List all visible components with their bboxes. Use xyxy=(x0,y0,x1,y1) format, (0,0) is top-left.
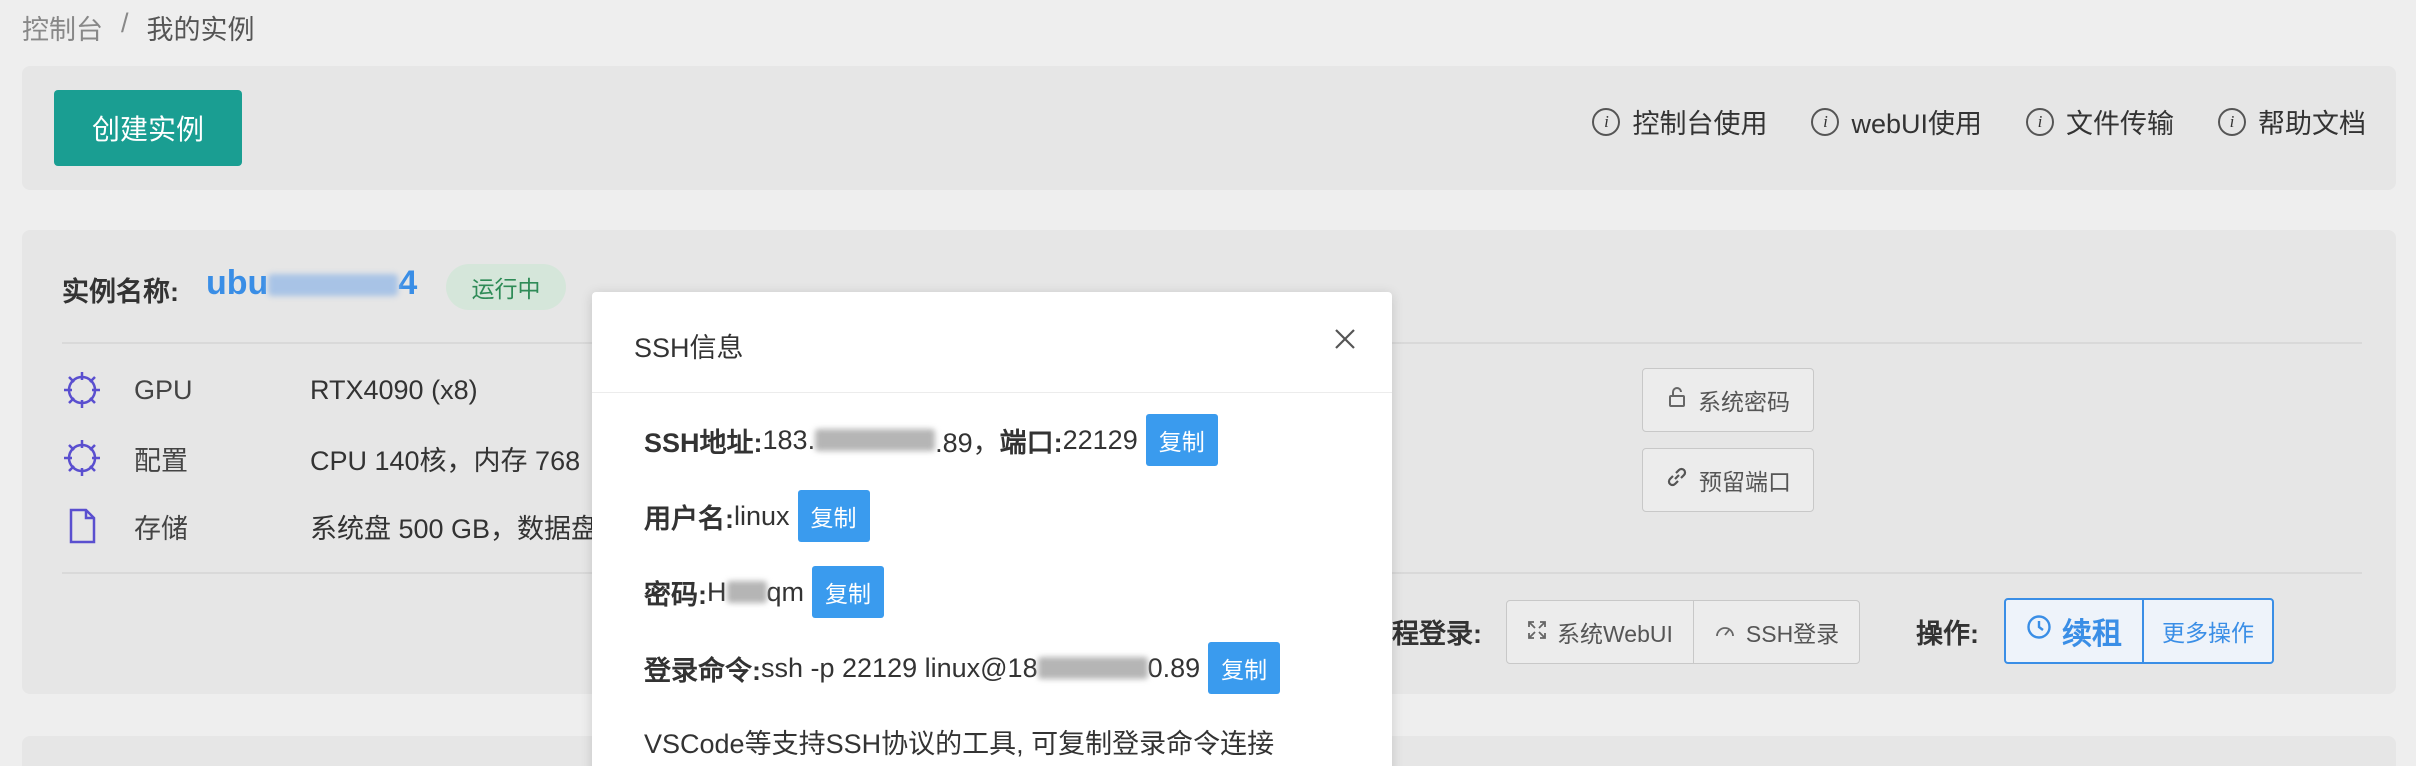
spec-row-config: 配置 CPU 140核，内存 768 xyxy=(62,438,580,478)
help-link-label: 帮助文档 xyxy=(2258,109,2366,139)
system-webui-label: 系统WebUI xyxy=(1557,621,1673,647)
help-link-console[interactable]: i 控制台使用 xyxy=(1592,102,1767,141)
help-link-webui[interactable]: i webUI使用 xyxy=(1811,102,1982,141)
ssh-address-label: SSH地址: xyxy=(644,427,763,458)
spec-name: GPU xyxy=(134,374,193,405)
help-link-label: webUI使用 xyxy=(1851,109,1982,139)
spec-row-gpu: GPU RTX4090 (x8) xyxy=(62,370,478,410)
ssh-login-label: SSH登录 xyxy=(1745,621,1840,647)
instance-name[interactable]: ubu 4 xyxy=(206,264,417,303)
spec-name: 存储 xyxy=(134,513,188,544)
status-badge: 运行中 xyxy=(446,264,566,310)
redacted-blur xyxy=(1037,657,1148,679)
toolbar-card: 创建实例 i 控制台使用 i webUI使用 i 文件传输 i 帮助文档 xyxy=(22,66,2396,190)
password-prefix: H xyxy=(707,576,727,607)
ssh-info-dialog: SSH信息 SSH地址: 183. .89， 端口: 22129 复制 用户名:… xyxy=(592,292,1392,766)
vscode-note: VSCode等支持SSH协议的工具, 可复制登录命令连接 xyxy=(644,729,1275,759)
ssh-login-button[interactable]: SSH登录 xyxy=(1692,601,1859,663)
password-label: 密码: xyxy=(644,579,707,610)
help-link-file-transfer[interactable]: i 文件传输 xyxy=(2026,102,2174,141)
breadcrumb: 控制台 / 我的实例 xyxy=(22,8,255,47)
help-links: i 控制台使用 i webUI使用 i 文件传输 i 帮助文档 xyxy=(1592,102,2366,141)
copy-address-button[interactable]: 复制 xyxy=(1145,414,1218,466)
expand-icon xyxy=(1527,619,1547,646)
instance-name-prefix: ubu xyxy=(206,264,269,302)
copy-username-button[interactable]: 复制 xyxy=(797,490,870,542)
spec-name: 配置 xyxy=(134,445,188,476)
lock-icon xyxy=(1666,386,1688,414)
redacted-blur xyxy=(815,429,936,451)
help-link-label: 文件传输 xyxy=(2066,109,2174,139)
close-icon[interactable] xyxy=(1332,326,1358,352)
remote-login-label: 程登录: xyxy=(1392,619,1482,649)
system-password-label: 系统密码 xyxy=(1698,389,1790,415)
system-password-button[interactable]: 系统密码 xyxy=(1642,368,1814,432)
reserved-port-label: 预留端口 xyxy=(1699,469,1791,495)
spec-value: 系统盘 500 GB，数据盘 xyxy=(310,513,599,544)
operations-label: 操作: xyxy=(1916,619,1979,649)
breadcrumb-root[interactable]: 控制台 xyxy=(22,8,103,47)
system-webui-button[interactable]: 系统WebUI xyxy=(1507,601,1693,663)
instance-name-label: 实例名称: xyxy=(62,277,179,307)
redacted-blur xyxy=(268,274,399,297)
breadcrumb-separator: / xyxy=(121,8,129,38)
login-command-label: 登录命令: xyxy=(644,655,761,686)
port-label: 端口: xyxy=(999,427,1063,458)
username-label: 用户名: xyxy=(644,503,734,534)
login-command-prefix: ssh -p 22129 linux@18 xyxy=(761,652,1038,683)
link-icon xyxy=(1665,465,1689,495)
chip-icon xyxy=(62,438,102,478)
username-value: linux xyxy=(734,500,790,531)
more-actions-button[interactable]: 更多操作 xyxy=(2142,600,2272,662)
info-icon: i xyxy=(2218,107,2246,136)
remote-login-group: 系统WebUI SSH登录 xyxy=(1506,600,1861,664)
help-link-docs[interactable]: i 帮助文档 xyxy=(2218,102,2366,141)
spec-row-storage: 存储 系统盘 500 GB，数据盘 xyxy=(62,506,598,546)
ssh-address-row: SSH地址: 183. .89， 端口: 22129 复制 xyxy=(644,414,1218,466)
spec-value: CPU 140核，内存 768 xyxy=(310,445,581,476)
create-instance-button[interactable]: 创建实例 xyxy=(54,90,242,166)
renew-button[interactable]: 续租 xyxy=(2006,600,2142,662)
info-icon: i xyxy=(2026,107,2054,136)
ssh-address-suffix: .89， xyxy=(935,427,1000,458)
renew-label: 续租 xyxy=(2062,618,2122,651)
login-command-row: 登录命令: ssh -p 22129 linux@18 0.89 复制 xyxy=(644,642,1281,694)
reserved-port-button[interactable]: 预留端口 xyxy=(1642,448,1814,512)
chip-icon xyxy=(62,370,102,410)
operations-group: 续租 更多操作 xyxy=(2004,598,2274,664)
copy-command-button[interactable]: 复制 xyxy=(1208,642,1281,694)
dialog-title: SSH信息 xyxy=(634,333,744,363)
breadcrumb-current: 我的实例 xyxy=(146,15,255,45)
password-suffix: qm xyxy=(766,576,805,607)
dialog-divider xyxy=(592,392,1392,393)
port-value: 22129 xyxy=(1062,424,1138,455)
redacted-blur xyxy=(726,581,767,603)
info-icon: i xyxy=(1592,107,1621,136)
ssh-address-prefix: 183. xyxy=(762,424,816,455)
dashboard-icon xyxy=(1714,619,1736,646)
file-icon xyxy=(62,506,102,546)
password-row: 密码: H qm 复制 xyxy=(644,566,885,618)
spec-value: RTX4090 (x8) xyxy=(310,374,478,405)
username-row: 用户名: linux 复制 xyxy=(644,490,870,542)
instance-name-suffix: 4 xyxy=(398,264,418,302)
help-link-label: 控制台使用 xyxy=(1632,109,1768,139)
info-icon: i xyxy=(1811,107,1840,136)
login-command-suffix: 0.89 xyxy=(1147,652,1201,683)
clock-icon xyxy=(2026,614,2052,648)
copy-password-button[interactable]: 复制 xyxy=(812,566,885,618)
